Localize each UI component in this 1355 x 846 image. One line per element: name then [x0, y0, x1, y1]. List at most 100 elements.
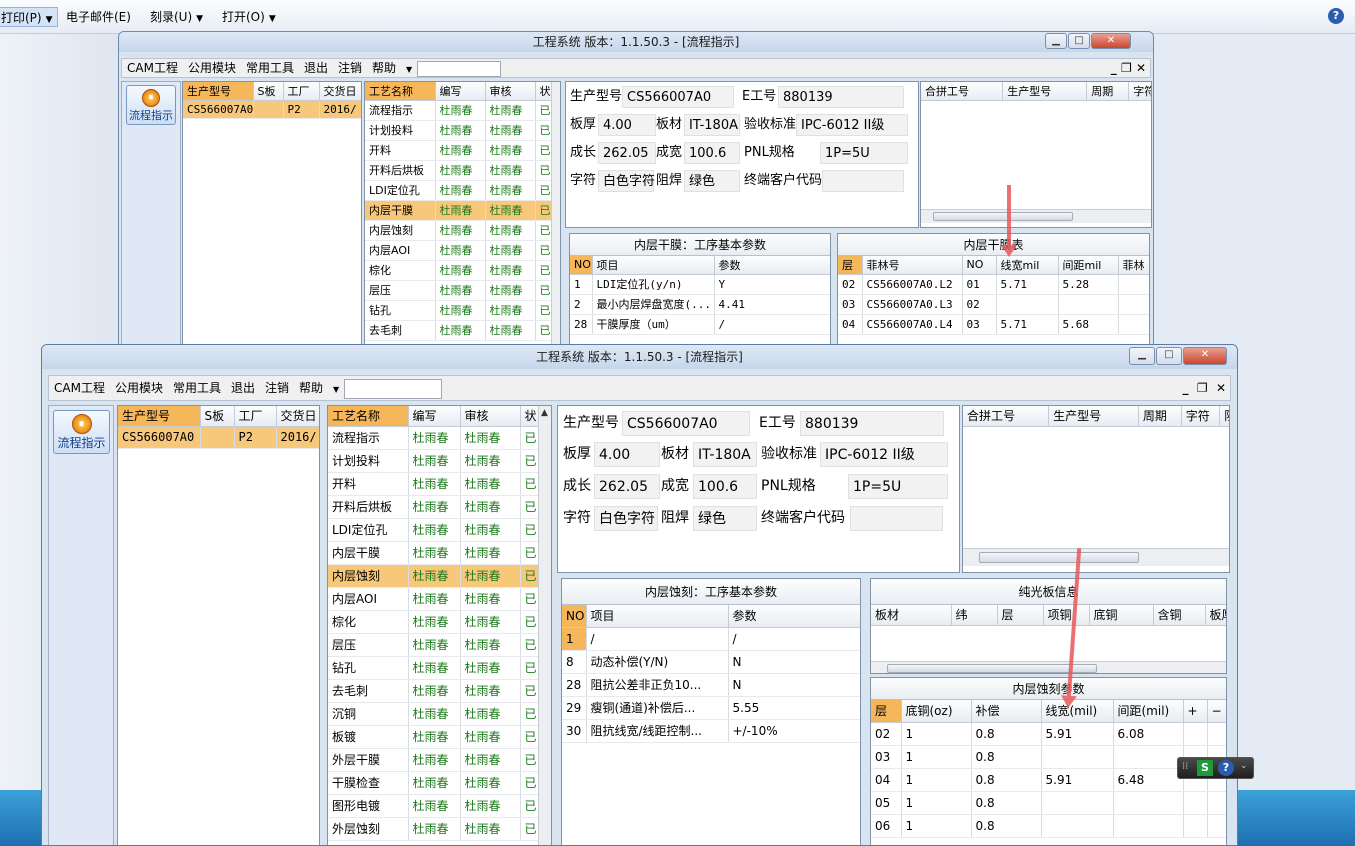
table-row[interactable]: 棕化 杜雨春 杜雨春已	[365, 260, 552, 281]
column-header[interactable]: 线宽(mil)	[1041, 700, 1114, 723]
field-pnl[interactable]: 1P=5U	[820, 142, 908, 164]
table-row[interactable]: 1 LDI定位孔(y/n) Y	[570, 274, 830, 295]
column-header[interactable]: 阻焊	[1219, 406, 1229, 427]
table-row[interactable]: CS566007A0 P2 2016/	[183, 100, 361, 119]
field-char[interactable]: 白色字符	[594, 506, 658, 531]
table-row[interactable]: 2 最小内层焊盘宽度(... 4.41	[570, 294, 830, 315]
field-cust[interactable]	[822, 170, 904, 192]
ime-s-icon[interactable]: S	[1197, 760, 1213, 776]
column-header[interactable]: 项铜	[1043, 605, 1090, 626]
scroll-thumb[interactable]	[979, 552, 1139, 563]
email-menu[interactable]: 电子邮件(E)	[62, 7, 135, 27]
field-len[interactable]: 262.05	[598, 142, 656, 164]
window-select[interactable]	[417, 60, 502, 77]
column-header[interactable]: 项目	[586, 605, 729, 628]
table-row[interactable]: 内层干膜 杜雨春 杜雨春已	[328, 541, 539, 565]
flow-nav-button[interactable]: ⏸ 流程指示	[126, 85, 176, 125]
column-header[interactable]: 生产型号	[1048, 406, 1139, 427]
table-row[interactable]: 03 CS566007A0.L3 02	[838, 294, 1149, 315]
column-header[interactable]: NO	[570, 256, 593, 275]
column-header[interactable]: 编写	[408, 406, 461, 427]
column-header[interactable]: 审核	[485, 82, 536, 101]
column-header[interactable]: 字符	[1128, 82, 1151, 101]
menu-cam[interactable]: CAM工程	[49, 376, 110, 400]
minimize-button[interactable]: ▁	[1045, 33, 1067, 49]
table-row[interactable]: 去毛刺 杜雨春 杜雨春已	[365, 320, 552, 341]
table-row[interactable]: 计划投料 杜雨春 杜雨春已	[328, 449, 539, 473]
table-row[interactable]: 开料后烘板 杜雨春 杜雨春已	[328, 495, 539, 519]
table-row[interactable]: 沉铜 杜雨春 杜雨春已	[328, 702, 539, 726]
column-header[interactable]: 参数	[728, 605, 860, 628]
menu-logout[interactable]: 注销	[333, 59, 367, 77]
column-header[interactable]: 审核	[460, 406, 521, 427]
column-header[interactable]: 项目	[592, 256, 715, 275]
table-row[interactable]: 开料 杜雨春 杜雨春已	[365, 140, 552, 161]
column-header[interactable]: 状	[520, 406, 539, 427]
table-row[interactable]: 内层蚀刻 杜雨春 杜雨春已	[328, 564, 539, 588]
table-row[interactable]: 钻孔 杜雨春 杜雨春已	[365, 300, 552, 321]
field-eno[interactable]: 880139	[778, 86, 904, 108]
table-row[interactable]: 流程指示 杜雨春 杜雨春已	[328, 426, 539, 450]
column-header[interactable]: 间距mil	[1058, 256, 1119, 275]
field-std[interactable]: IPC-6012 II级	[796, 114, 908, 136]
column-header[interactable]: 周期	[1086, 82, 1130, 101]
column-header[interactable]: 菲林号	[862, 256, 963, 275]
field-wid[interactable]: 100.6	[693, 474, 757, 499]
field-char[interactable]: 白色字符	[598, 170, 655, 192]
column-header[interactable]: 周期	[1138, 406, 1182, 427]
table-row[interactable]: 28 干膜厚度（um） /	[570, 314, 830, 335]
column-header[interactable]: 字符	[1181, 406, 1221, 427]
column-header[interactable]: +	[1183, 700, 1208, 723]
field-mat[interactable]: IT-180A	[684, 114, 740, 136]
column-header[interactable]: 纬	[951, 605, 998, 626]
column-header[interactable]: 工艺名称	[365, 82, 436, 101]
column-header[interactable]: NO	[962, 256, 997, 275]
menu-cam[interactable]: CAM工程	[122, 59, 183, 77]
table-row[interactable]: 开料 杜雨春 杜雨春已	[328, 472, 539, 496]
column-header[interactable]: 层	[871, 700, 902, 723]
table-row[interactable]: 28 阻抗公差非正负10... N	[562, 673, 860, 697]
window-select[interactable]	[344, 378, 443, 399]
column-header[interactable]: 合拼工号	[963, 406, 1050, 427]
menu-tools[interactable]: 常用工具	[168, 376, 226, 400]
table-row[interactable]: 棕化 杜雨春 杜雨春已	[328, 610, 539, 634]
table-row[interactable]: 04 1 0.8 5.91 6.48	[871, 768, 1226, 792]
maximize-button[interactable]: □	[1156, 347, 1182, 365]
mdi-minimize[interactable]: _	[1111, 61, 1117, 75]
table-row[interactable]: 29 瘦铜(通道)补偿后... 5.55	[562, 696, 860, 720]
table-row[interactable]: 02 1 0.8 5.91 6.08	[871, 722, 1226, 746]
table-row[interactable]: 05 1 0.8	[871, 791, 1226, 815]
column-header[interactable]: 状	[535, 82, 552, 101]
column-header[interactable]: NO	[562, 605, 587, 628]
table-row[interactable]: 内层AOI 杜雨春 杜雨春已	[365, 240, 552, 261]
column-header[interactable]: 线宽mil	[996, 256, 1059, 275]
mdi-close[interactable]: ✕	[1136, 61, 1146, 75]
column-header[interactable]: 板材	[871, 605, 952, 626]
help-icon[interactable]: ?	[1328, 8, 1344, 24]
menu-help[interactable]: 帮助	[367, 59, 401, 77]
field-thick[interactable]: 4.00	[598, 114, 656, 136]
column-header[interactable]: 编写	[435, 82, 486, 101]
scroll-thumb[interactable]	[933, 212, 1073, 221]
column-header[interactable]: 补偿	[971, 700, 1042, 723]
mdi-close[interactable]: ✕	[1216, 381, 1226, 395]
field-mask[interactable]: 绿色	[684, 170, 740, 192]
table-row[interactable]: 02 CS566007A0.L2 01 5.71 5.28	[838, 274, 1149, 295]
col-s-board[interactable]: S板	[200, 406, 235, 427]
table-row[interactable]: 30 阻抗线宽/线距控制... +/-10%	[562, 719, 860, 743]
vertical-scrollbar[interactable]	[551, 82, 560, 345]
col-model[interactable]: 生产型号	[183, 82, 254, 101]
table-row[interactable]: 外层蚀刻 杜雨春 杜雨春已	[328, 817, 539, 841]
burn-menu[interactable]: 刻录(U) ▼	[146, 7, 207, 27]
menu-common-module[interactable]: 公用模块	[183, 59, 241, 77]
column-header[interactable]: 层	[838, 256, 863, 275]
flow-nav-button[interactable]: ⏸ 流程指示	[53, 410, 110, 454]
maximize-button[interactable]: □	[1068, 33, 1090, 49]
menu-common-module[interactable]: 公用模块	[110, 376, 168, 400]
horizontal-scrollbar[interactable]	[871, 661, 1226, 673]
column-header[interactable]: 层	[997, 605, 1044, 626]
table-row[interactable]: 8 动态补偿(Y/N) N	[562, 650, 860, 674]
table-row[interactable]: 内层蚀刻 杜雨春 杜雨春已	[365, 220, 552, 241]
menu-tools[interactable]: 常用工具	[241, 59, 299, 77]
field-thick[interactable]: 4.00	[594, 442, 660, 467]
